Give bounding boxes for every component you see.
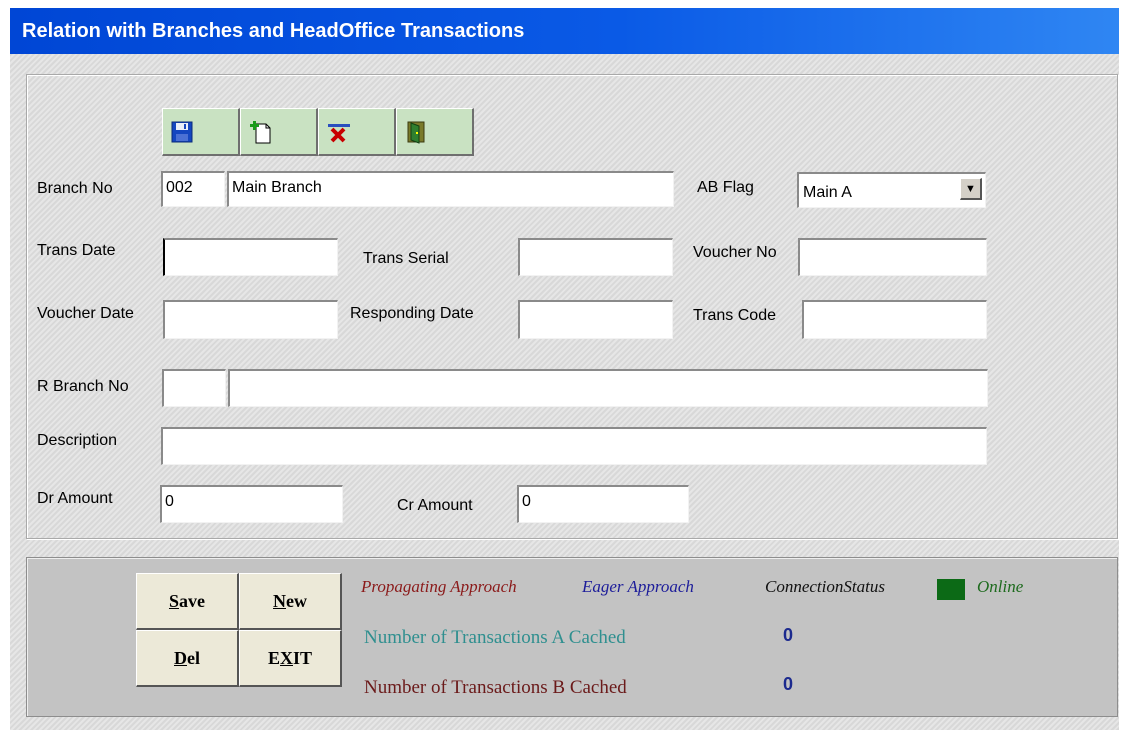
connection-status-indicator [937, 579, 965, 600]
voucher-date-label: Voucher Date [37, 305, 134, 322]
trans-code-input[interactable] [802, 300, 987, 339]
trans-serial-label: Trans Serial [363, 250, 449, 267]
r-branch-name-input[interactable] [228, 369, 988, 407]
exit-button[interactable]: E X IT [239, 630, 342, 687]
branch-no-label: Branch No [37, 180, 113, 197]
connection-status-value: Online [977, 577, 1024, 596]
voucher-no-label: Voucher No [693, 244, 777, 261]
branch-no-code-input[interactable]: 002 [161, 171, 225, 207]
save-icon [171, 121, 193, 142]
new-record-icon [250, 120, 271, 143]
transaction-group: Branch No 002 Main Branch AB Flag Main A… [26, 74, 1118, 539]
description-input[interactable] [161, 427, 987, 465]
trans-date-input[interactable] [163, 238, 338, 276]
toolbar-save-button[interactable] [162, 108, 240, 156]
trans-serial-input[interactable] [518, 238, 673, 276]
dr-amount-input[interactable]: 0 [160, 485, 343, 523]
connection-status-label: ConnectionStatus [765, 577, 885, 596]
cr-amount-input[interactable]: 0 [517, 485, 689, 523]
del-button[interactable]: Del [136, 630, 239, 687]
cached-a-count: 0 [783, 625, 794, 645]
chevron-down-icon[interactable]: ▼ [960, 178, 982, 200]
delete-icon [328, 123, 350, 142]
ab-flag-label: AB Flag [697, 179, 754, 196]
cr-amount-label: Cr Amount [397, 497, 473, 514]
status-group: Save New Del E X IT Propagating Approach E… [26, 557, 1118, 717]
trans-code-label: Trans Code [693, 307, 776, 324]
propagating-approach-label: Propagating Approach [361, 577, 517, 596]
r-branch-no-label: R Branch No [37, 378, 129, 395]
responding-date-label: Responding Date [350, 305, 474, 322]
description-label: Description [37, 432, 118, 449]
ab-flag-select[interactable]: Main A ▼ [797, 172, 986, 208]
toolbar-exit-button[interactable] [396, 108, 474, 156]
responding-date-input[interactable] [518, 300, 673, 339]
voucher-no-input[interactable] [798, 238, 987, 276]
voucher-date-input[interactable] [163, 300, 338, 339]
new-button[interactable]: New [239, 573, 342, 630]
exit-door-icon [407, 121, 425, 144]
toolbar-new-button[interactable] [240, 108, 318, 156]
form-window: Branch No 002 Main Branch AB Flag Main A… [10, 54, 1119, 730]
branch-name-input[interactable]: Main Branch [227, 171, 674, 207]
r-branch-no-code-input[interactable] [162, 369, 226, 407]
eager-approach-label: Eager Approach [582, 577, 694, 596]
cached-a-label: Number of Transactions A Cached [364, 627, 626, 648]
trans-date-label: Trans Date [37, 242, 116, 259]
window-title: Relation with Branches and HeadOffice Tr… [10, 8, 1119, 54]
save-button[interactable]: Save [136, 573, 239, 630]
ab-flag-value: Main A [803, 184, 852, 201]
cached-b-count: 0 [783, 674, 794, 694]
cached-b-label: Number of Transactions B Cached [364, 677, 627, 698]
dr-amount-label: Dr Amount [37, 490, 113, 507]
toolbar-delete-button[interactable] [318, 108, 396, 156]
